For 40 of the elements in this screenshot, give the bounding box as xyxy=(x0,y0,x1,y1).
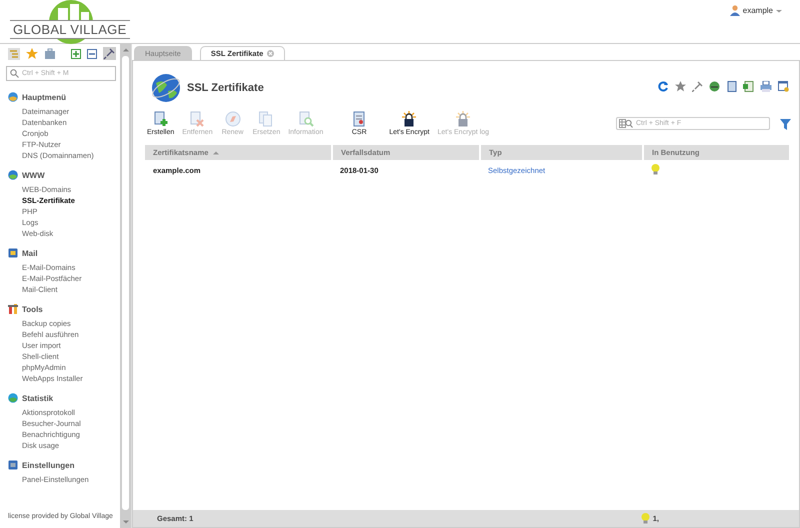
section-title: Tools xyxy=(22,304,43,314)
filter-icon[interactable] xyxy=(780,119,791,130)
lightbulb-icon xyxy=(640,513,650,524)
user-icon xyxy=(730,5,740,16)
briefcase-icon[interactable] xyxy=(44,48,56,60)
scroll-up-icon[interactable] xyxy=(122,48,128,52)
documents-icon xyxy=(258,111,274,127)
scrollbar[interactable] xyxy=(120,44,131,528)
star-icon[interactable] xyxy=(675,80,686,92)
pin-icon[interactable] xyxy=(103,47,116,60)
sort-ascending-icon xyxy=(213,151,220,155)
user-menu[interactable]: example xyxy=(730,5,782,16)
print-icon[interactable] xyxy=(760,80,772,92)
tools-icon xyxy=(8,304,18,314)
document-search-icon xyxy=(298,111,314,127)
page-title: SSL Zertifikate xyxy=(187,82,264,94)
caret-icon xyxy=(776,8,782,12)
pin-icon[interactable] xyxy=(692,80,703,92)
document-icon xyxy=(351,111,368,127)
delete-document-icon xyxy=(189,111,206,127)
tree-icon[interactable] xyxy=(8,48,20,60)
close-icon[interactable] xyxy=(267,50,274,57)
logo-text: GLOBAL VILLAGE xyxy=(10,20,130,39)
add-document-icon xyxy=(152,111,169,127)
star-icon[interactable] xyxy=(26,48,38,60)
section-title: Mail xyxy=(22,248,38,258)
lock-icon xyxy=(455,111,472,127)
section-title: Einstellungen xyxy=(22,460,74,470)
expand-icon[interactable] xyxy=(71,48,81,58)
document-icon[interactable] xyxy=(726,80,737,92)
lock-icon xyxy=(401,111,418,127)
scroll-down-icon[interactable] xyxy=(122,520,128,524)
section-title: WWW xyxy=(22,170,45,180)
section-title: Hauptmenü xyxy=(22,92,66,102)
spreadsheet-icon[interactable] xyxy=(743,80,754,92)
calendar-icon[interactable] xyxy=(778,80,789,92)
collapse-icon[interactable] xyxy=(87,48,97,58)
refresh-icon[interactable] xyxy=(658,80,669,92)
compass-icon xyxy=(224,111,241,127)
section-title: Statistik xyxy=(22,394,54,402)
